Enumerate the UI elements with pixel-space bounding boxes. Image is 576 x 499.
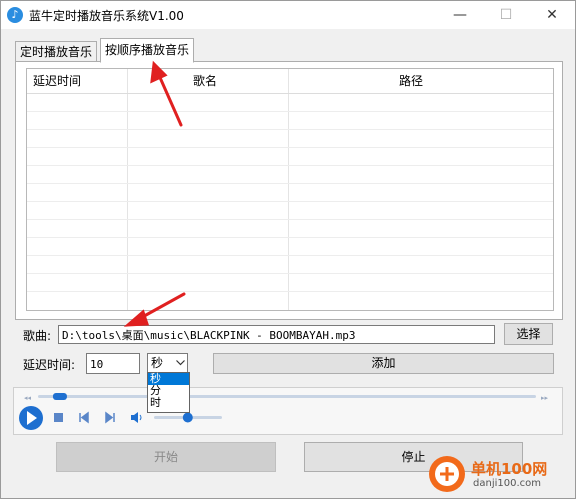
app-window: ♪ 蓝牛定时播放音乐系统V1.00 — ☐ ✕ 定时播放音乐 按顺序播放音乐 延… <box>0 0 576 499</box>
annotation-arrow-tab <box>156 71 183 127</box>
annotation-arrowhead <box>150 60 168 84</box>
annotation-arrows <box>123 60 186 327</box>
annotation-arrowhead <box>123 309 150 327</box>
